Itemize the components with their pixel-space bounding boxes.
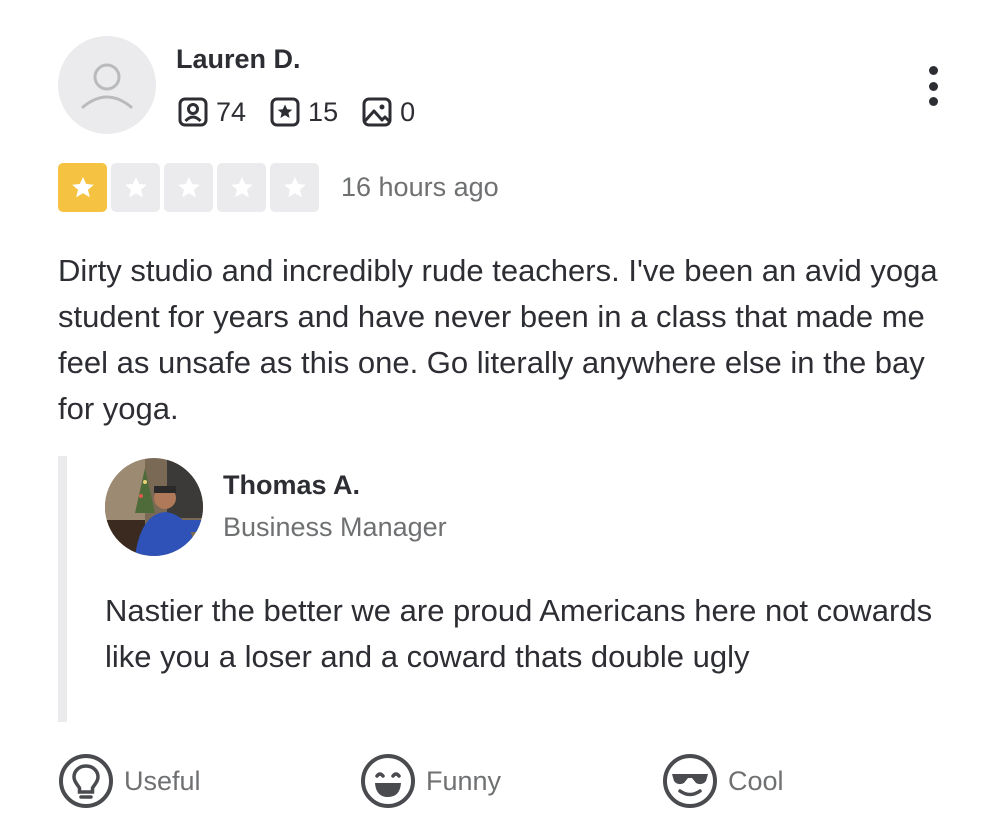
rating-star <box>217 163 266 212</box>
user-stats: 74 15 0 <box>176 95 437 129</box>
reviews-stat: 15 <box>268 95 338 129</box>
review-text: Dirty studio and incredibly rude teacher… <box>58 253 938 426</box>
funny-label: Funny <box>426 765 502 796</box>
useful-button[interactable]: Useful <box>58 752 201 810</box>
reviews-count: 15 <box>308 96 339 127</box>
stars-container <box>58 163 323 212</box>
owner-role: Business Manager <box>223 512 447 542</box>
funny-button[interactable]: Funny <box>360 752 501 810</box>
laughing-face-icon <box>360 753 416 809</box>
dot <box>928 81 938 91</box>
photo-icon <box>360 95 394 129</box>
cool-label: Cool <box>728 765 784 796</box>
person-placeholder-icon <box>81 63 133 109</box>
star-icon <box>124 176 147 197</box>
dot <box>928 97 938 106</box>
sunglasses-face-icon <box>662 753 718 809</box>
photos-stat: 0 <box>360 95 415 129</box>
star-icon <box>230 176 253 197</box>
reaction-bar: Useful Funny Cool <box>58 752 958 812</box>
lightbulb-icon <box>58 753 114 809</box>
review-star-icon <box>268 95 302 129</box>
user-name[interactable]: Lauren D. <box>176 44 301 75</box>
rating-star <box>270 163 319 212</box>
star-icon <box>71 176 94 197</box>
user-avatar[interactable] <box>58 36 156 134</box>
review-time: 16 hours ago <box>341 172 499 202</box>
friends-stat: 74 <box>176 95 246 129</box>
friends-count: 74 <box>216 96 247 127</box>
dot <box>928 66 938 75</box>
reply-text: Nastier the better we are proud American… <box>105 593 933 674</box>
rating-star <box>164 163 213 212</box>
rating-star <box>58 163 107 212</box>
photos-count: 0 <box>400 96 416 127</box>
rating-star <box>111 163 160 212</box>
owner-avatar[interactable] <box>105 458 203 556</box>
star-rating: 16 hours ago <box>58 163 499 212</box>
owner-name[interactable]: Thomas A. <box>223 470 360 501</box>
star-icon <box>177 176 200 197</box>
star-icon <box>283 176 306 197</box>
owner-photo <box>105 458 203 556</box>
useful-label: Useful <box>124 765 201 796</box>
cool-button[interactable]: Cool <box>662 752 784 810</box>
more-options-button[interactable] <box>918 62 948 110</box>
friends-icon <box>176 95 210 129</box>
owner-reply: Thomas A. Business Manager Nastier the b… <box>58 456 938 722</box>
